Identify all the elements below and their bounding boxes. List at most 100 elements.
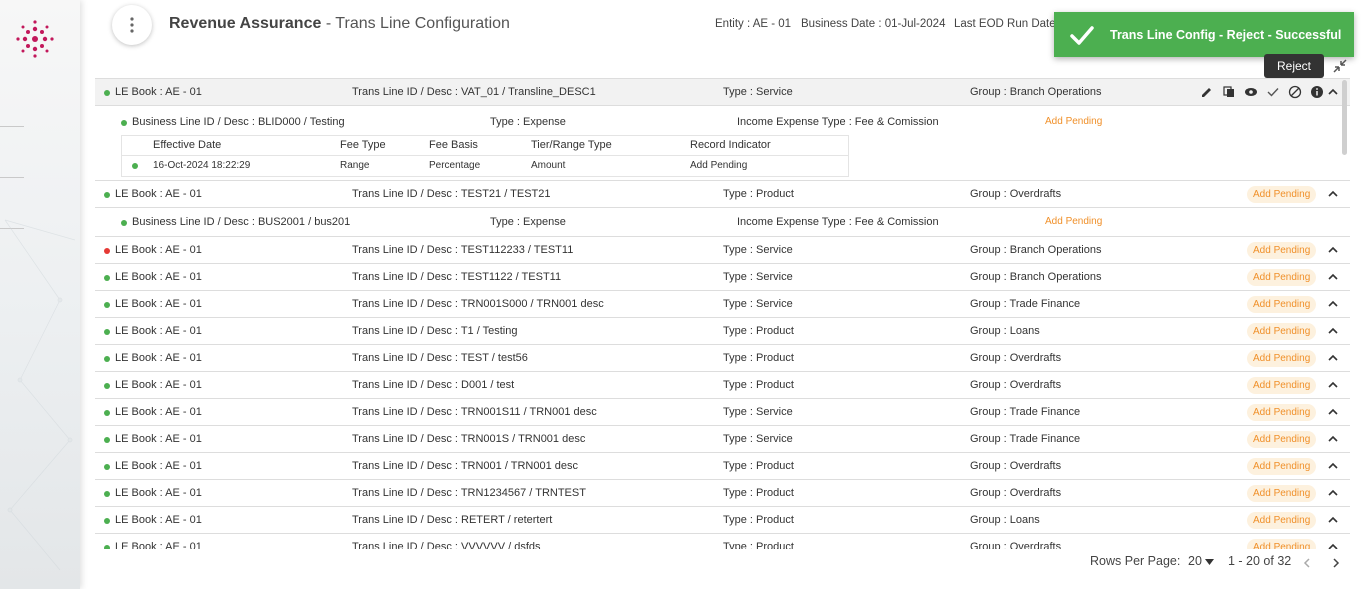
sidebar-divider xyxy=(0,126,24,127)
chevron-up-icon[interactable] xyxy=(1327,460,1339,472)
page-subtitle: - Trans Line Configuration xyxy=(321,15,510,32)
trans-line-cell: Trans Line ID / Desc : TEST / test56 xyxy=(352,352,528,364)
chevron-up-icon[interactable] xyxy=(1327,514,1339,526)
approve-icon[interactable] xyxy=(1266,85,1280,99)
chevron-up-icon[interactable] xyxy=(1327,379,1339,391)
chevron-up-icon[interactable] xyxy=(1327,406,1339,418)
chevron-up-icon[interactable] xyxy=(1327,86,1339,98)
type-cell: Type : Service xyxy=(723,244,793,256)
vertical-dots-icon xyxy=(130,17,134,33)
table-row[interactable]: LE Book : AE - 01 Trans Line ID / Desc :… xyxy=(95,79,1350,106)
chevron-up-icon[interactable] xyxy=(1327,433,1339,445)
view-icon[interactable] xyxy=(1244,85,1258,99)
status-dot xyxy=(104,356,110,362)
status-badge: Add Pending xyxy=(1247,377,1317,394)
le-book-cell: LE Book : AE - 01 xyxy=(115,244,202,256)
business-line-detail: Business Line ID / Desc : BLID000 / Test… xyxy=(95,106,1350,181)
table-row[interactable]: LE Book : AE - 01 Trans Line ID / Desc :… xyxy=(95,507,1350,534)
detail-status: Add Pending xyxy=(1045,216,1103,227)
type-cell: Type : Product xyxy=(723,188,794,200)
status-badge: Add Pending xyxy=(1247,485,1317,502)
previous-page-icon[interactable] xyxy=(1302,557,1312,569)
more-menu-button[interactable] xyxy=(112,5,152,45)
column-header: Fee Basis xyxy=(429,139,478,151)
table-row[interactable]: LE Book : AE - 01 Trans Line ID / Desc :… xyxy=(95,399,1350,426)
le-book-cell: LE Book : AE - 01 xyxy=(115,325,202,337)
detail-type-cell: Type : Expense xyxy=(490,116,566,128)
chevron-up-icon[interactable] xyxy=(1327,541,1339,549)
status-badge: Add Pending xyxy=(1247,512,1317,529)
app-logo-icon[interactable] xyxy=(14,18,56,60)
business-line-row: Business Line ID / Desc : BUS2001 / bus2… xyxy=(95,209,1350,235)
status-badge: Add Pending xyxy=(1247,242,1317,259)
vertical-scrollbar[interactable] xyxy=(1342,80,1347,155)
table-row[interactable]: 16-Oct-2024 18:22:29 Range Percentage Am… xyxy=(122,156,848,176)
reject-icon[interactable] xyxy=(1288,85,1302,99)
group-cell: Group : Loans xyxy=(970,325,1040,337)
status-badge: Add Pending xyxy=(1247,186,1317,203)
trans-line-cell: Trans Line ID / Desc : T1 / Testing xyxy=(352,325,518,337)
trans-line-cell: Trans Line ID / Desc : VVVVVV / dsfds xyxy=(352,541,541,549)
status-dot xyxy=(121,220,127,226)
status-dot xyxy=(104,302,110,308)
chevron-up-icon[interactable] xyxy=(1327,298,1339,310)
pagination-range: 1 - 20 of 32 xyxy=(1228,554,1292,568)
table-row[interactable]: LE Book : AE - 01 Trans Line ID / Desc :… xyxy=(95,264,1350,291)
edit-icon[interactable] xyxy=(1200,85,1214,99)
trans-line-cell: Trans Line ID / Desc : TEST112233 / TEST… xyxy=(352,244,574,256)
income-expense-cell: Income Expense Type : Fee & Comission xyxy=(737,216,939,228)
column-header: Record Indicator xyxy=(690,139,771,151)
group-cell: Group : Trade Finance xyxy=(970,298,1081,310)
toast-message: Trans Line Config - Reject - Successful xyxy=(1110,27,1342,42)
status-dot xyxy=(104,248,110,254)
column-header: Effective Date xyxy=(153,139,222,151)
collapse-all-icon[interactable] xyxy=(1332,58,1348,74)
table-row[interactable]: LE Book : AE - 01 Trans Line ID / Desc :… xyxy=(95,345,1350,372)
group-cell: Group : Overdrafts xyxy=(970,352,1062,364)
rows-per-page-select[interactable]: 20 xyxy=(1188,554,1215,568)
column-header: Tier/Range Type xyxy=(531,139,612,151)
type-cell: Type : Service xyxy=(723,271,793,283)
group-cell: Group : Trade Finance xyxy=(970,433,1081,445)
chevron-up-icon[interactable] xyxy=(1327,188,1339,200)
group-cell: Group : Overdrafts xyxy=(970,188,1062,200)
le-book-cell: LE Book : AE - 01 xyxy=(115,86,202,98)
group-cell: Group : Overdrafts xyxy=(970,541,1062,549)
rows-per-page-label: Rows Per Page: xyxy=(1090,554,1181,568)
status-dot xyxy=(104,491,110,497)
status-badge: Add Pending xyxy=(1247,539,1317,549)
fee-type-cell: Range xyxy=(340,160,370,171)
type-cell: Type : Product xyxy=(723,379,794,391)
sidebar-divider xyxy=(0,177,24,178)
group-cell: Group : Overdrafts xyxy=(970,379,1062,391)
type-cell: Type : Product xyxy=(723,352,794,364)
next-page-icon[interactable] xyxy=(1331,557,1341,569)
chevron-up-icon[interactable] xyxy=(1327,244,1339,256)
type-cell: Type : Product xyxy=(723,541,794,549)
group-cell: Group : Branch Operations xyxy=(970,244,1102,256)
status-badge: Add Pending xyxy=(1247,323,1317,340)
table-row[interactable]: LE Book : AE - 01 Trans Line ID / Desc :… xyxy=(95,237,1350,264)
chevron-up-icon[interactable] xyxy=(1327,271,1339,283)
chevron-up-icon[interactable] xyxy=(1327,487,1339,499)
table-row[interactable]: LE Book : AE - 01 Trans Line ID / Desc :… xyxy=(95,480,1350,507)
trans-line-cell: Trans Line ID / Desc : TRN001S000 / TRN0… xyxy=(352,298,604,310)
copy-icon[interactable] xyxy=(1222,85,1236,99)
table-row[interactable]: LE Book : AE - 01 Trans Line ID / Desc :… xyxy=(95,453,1350,480)
le-book-cell: LE Book : AE - 01 xyxy=(115,406,202,418)
business-line-cell: Business Line ID / Desc : BUS2001 / bus2… xyxy=(132,216,351,228)
chevron-up-icon[interactable] xyxy=(1327,352,1339,364)
sidebar xyxy=(0,0,80,589)
table-row[interactable]: LE Book : AE - 01 Trans Line ID / Desc :… xyxy=(95,318,1350,345)
table-row[interactable]: LE Book : AE - 01 Trans Line ID / Desc :… xyxy=(95,181,1350,208)
status-badge: Add Pending xyxy=(1247,404,1317,421)
table-row[interactable]: LE Book : AE - 01 Trans Line ID / Desc :… xyxy=(95,372,1350,399)
table-row[interactable]: LE Book : AE - 01 Trans Line ID / Desc :… xyxy=(95,426,1350,453)
chevron-up-icon[interactable] xyxy=(1327,325,1339,337)
info-icon[interactable] xyxy=(1310,85,1324,99)
status-badge: Add Pending xyxy=(1247,350,1317,367)
fee-table: Effective Date Fee Type Fee Basis Tier/R… xyxy=(121,135,849,177)
type-cell: Type : Service xyxy=(723,298,793,310)
table-row[interactable]: LE Book : AE - 01 Trans Line ID / Desc :… xyxy=(95,291,1350,318)
table-row[interactable]: LE Book : AE - 01 Trans Line ID / Desc :… xyxy=(95,534,1350,549)
